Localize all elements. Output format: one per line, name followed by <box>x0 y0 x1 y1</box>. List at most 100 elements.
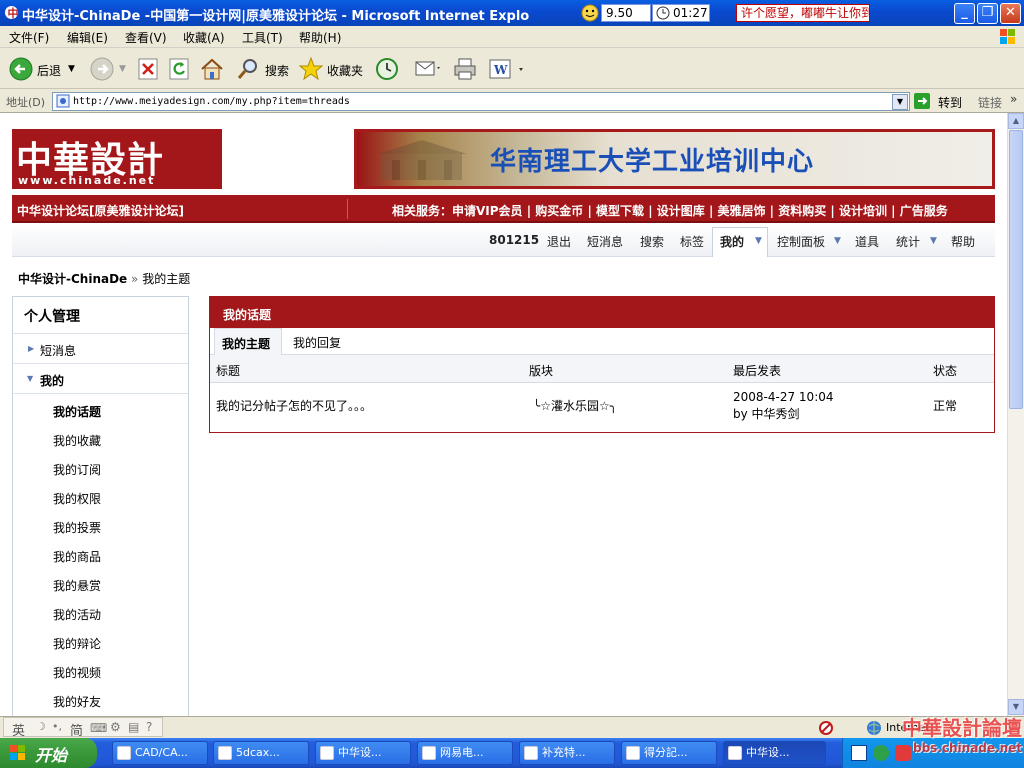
start-label: 开始 <box>35 746 68 765</box>
logout-link[interactable]: 退出 <box>547 233 571 250</box>
menu-bar: 文件(F) 编辑(E) 查看(V) 收藏(A) 工具(T) 帮助(H) <box>0 26 1024 48</box>
sidebar-item-my-subscriptions[interactable]: 我的订阅 <box>53 461 101 478</box>
forward-arrow-icon[interactable] <box>89 56 115 82</box>
sidebar-item-my-goods[interactable]: 我的商品 <box>53 548 101 565</box>
services-links[interactable]: 相关服务：申请VIP会员 | 购买金币 | 模型下载 | 设计图库 | 美雅居饰… <box>392 202 948 219</box>
scroll-up-icon[interactable]: ▲ <box>1008 113 1024 129</box>
links-button[interactable]: 链接 <box>978 94 1002 111</box>
close-button[interactable]: ✕ <box>1000 3 1021 24</box>
ime-keyboard-icon[interactable]: ⌨ <box>90 721 107 735</box>
ime-settings-icon[interactable]: ▤ <box>128 720 139 734</box>
sidebar-item-my-friends[interactable]: 我的好友 <box>53 693 101 710</box>
tray-app-icon[interactable] <box>851 745 867 761</box>
task-netease[interactable]: 网易电... <box>417 741 513 765</box>
menu-view[interactable]: 查看(V) <box>125 29 167 45</box>
sidebar-item-my-videos[interactable]: 我的视频 <box>53 664 101 681</box>
back-dropdown-icon[interactable]: ▼ <box>68 64 75 74</box>
mine-link[interactable]: 我的 <box>720 233 744 250</box>
mail-icon[interactable] <box>413 57 441 81</box>
ad-banner[interactable]: 华南理工大学工业培训中心 <box>354 129 995 189</box>
row-last-by[interactable]: by 中华秀剑 <box>733 405 800 422</box>
tab-my-topics[interactable]: 我的主题 <box>214 328 282 356</box>
go-arrow-icon[interactable] <box>914 93 930 109</box>
ime-english-label[interactable]: 英 <box>12 720 25 739</box>
sidebar-item-my-permissions[interactable]: 我的权限 <box>53 490 101 507</box>
address-dropdown-icon[interactable]: ▼ <box>892 94 908 110</box>
forward-dropdown-icon[interactable]: ▼ <box>119 64 126 74</box>
site-logo[interactable]: 中華設計 www.chinade.net <box>12 129 222 189</box>
control-panel-dropdown-icon[interactable]: ▼ <box>834 236 841 246</box>
home-icon[interactable] <box>199 56 225 82</box>
collapsed-arrow-icon[interactable]: ▶ <box>28 344 34 353</box>
breadcrumb-home[interactable]: 中华设计-ChinaDe <box>18 272 127 286</box>
row-board-link[interactable]: ╰☆灌水乐园☆╮ <box>533 397 617 414</box>
scroll-thumb[interactable] <box>1009 130 1023 409</box>
task-score[interactable]: 得分記... <box>621 741 717 765</box>
edit-word-icon[interactable]: W <box>488 57 526 81</box>
sidebar-item-my-rewards[interactable]: 我的悬赏 <box>53 577 101 594</box>
window-title-bar[interactable]: 中 中华设计-ChinaDe -中国第一设计网|原美雅设计论坛 - Micros… <box>0 0 1024 26</box>
search-link[interactable]: 搜索 <box>640 233 664 250</box>
back-arrow-icon[interactable] <box>8 56 34 82</box>
menu-file[interactable]: 文件(F) <box>9 29 49 45</box>
minimize-button[interactable]: _ <box>954 3 975 24</box>
sidebar-item-my-topics[interactable]: 我的话题 <box>53 403 101 420</box>
links-chevron-icon[interactable]: » <box>1010 92 1017 106</box>
sidebar-item-messages[interactable]: 短消息 <box>40 342 76 359</box>
ime-toolbar[interactable]: 英 ☽ •, 简 ⌨ ⚙ ▤ ? <box>3 717 163 739</box>
messages-link[interactable]: 短消息 <box>587 233 623 250</box>
ie-icon: 中 <box>4 5 19 20</box>
row-title-link[interactable]: 我的记分帖子怎的不见了。。。 <box>216 397 372 414</box>
ime-moon-icon[interactable]: ☽ <box>36 720 46 733</box>
menu-favorites[interactable]: 收藏(A) <box>183 29 225 45</box>
sidebar-item-my-polls[interactable]: 我的投票 <box>53 519 101 536</box>
tab-my-replies[interactable]: 我的回复 <box>293 334 341 351</box>
history-icon[interactable] <box>374 56 400 82</box>
username-link[interactable]: 801215 <box>489 233 539 247</box>
sidebar-item-my-activities[interactable]: 我的活动 <box>53 606 101 623</box>
forum-name-link[interactable]: 中华设计论坛[原美雅设计论坛] <box>17 202 184 219</box>
sidebar-item-my-favorites[interactable]: 我的收藏 <box>53 432 101 449</box>
address-input[interactable]: http://www.meiyadesign.com/my.php?item=t… <box>52 92 910 111</box>
back-button[interactable]: 后退 <box>37 62 61 79</box>
stats-dropdown-icon[interactable]: ▼ <box>930 236 937 246</box>
column-title: 标题 <box>216 364 241 378</box>
stats-link[interactable]: 统计 <box>896 233 920 250</box>
task-supplement[interactable]: 补充特... <box>519 741 615 765</box>
windows-logo-icon <box>994 26 1022 48</box>
ime-help-icon[interactable]: ? <box>146 720 152 734</box>
menu-help[interactable]: 帮助(H) <box>299 29 341 45</box>
ticker-box[interactable]: 许个愿望，嘟嘟牛让你到 <box>736 4 870 22</box>
go-button[interactable]: 转到 <box>938 94 962 111</box>
ime-simplified-label[interactable]: 简 <box>70 720 83 739</box>
vertical-scrollbar[interactable]: ▲ ▼ <box>1007 113 1024 716</box>
panel-header: 我的话题 <box>210 297 994 328</box>
maximize-button[interactable]: ❐ <box>977 3 998 24</box>
tools-link[interactable]: 道具 <box>855 233 879 250</box>
task-cad[interactable]: CAD/CA... <box>112 741 208 765</box>
expanded-arrow-icon[interactable]: ▼ <box>27 374 33 383</box>
ime-tools-icon[interactable]: ⚙ <box>110 720 121 734</box>
mine-dropdown-icon[interactable]: ▼ <box>755 236 762 246</box>
stop-icon[interactable] <box>137 57 159 81</box>
task-chinade-2[interactable]: 中华设... <box>723 741 826 765</box>
sidebar-title: 个人管理 <box>24 309 80 325</box>
favorites-button[interactable]: 收藏夹 <box>327 62 363 79</box>
search-icon[interactable] <box>235 56 261 82</box>
ime-punct-icon[interactable]: •, <box>52 720 62 733</box>
sidebar-item-mine[interactable]: 我的 <box>40 372 64 389</box>
tags-link[interactable]: 标签 <box>680 233 704 250</box>
start-button[interactable]: 开始 <box>0 738 97 768</box>
sidebar-item-my-debates[interactable]: 我的辩论 <box>53 635 101 652</box>
help-link[interactable]: 帮助 <box>951 233 975 250</box>
popup-blocked-icon[interactable] <box>818 720 834 736</box>
control-panel-link[interactable]: 控制面板 <box>777 233 825 250</box>
print-icon[interactable] <box>452 56 478 82</box>
menu-edit[interactable]: 编辑(E) <box>67 29 108 45</box>
favorites-star-icon[interactable] <box>298 56 324 82</box>
task-5dcax[interactable]: 5dcax... <box>213 741 309 765</box>
search-button[interactable]: 搜索 <box>265 62 289 79</box>
task-chinade-1[interactable]: 中华设... <box>315 741 411 765</box>
refresh-icon[interactable] <box>168 57 190 81</box>
menu-tools[interactable]: 工具(T) <box>242 29 283 45</box>
